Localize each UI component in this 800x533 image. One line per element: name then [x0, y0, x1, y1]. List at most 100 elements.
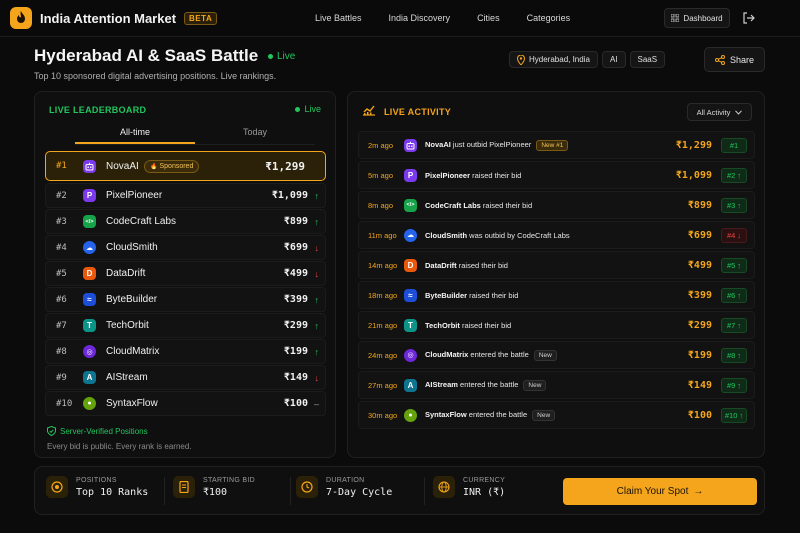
leaderboard-row[interactable]: #9 A AIStream ₹149 ↓: [45, 365, 326, 390]
activity-amount: ₹199: [687, 349, 712, 361]
rank-label: #4: [56, 242, 67, 253]
trend-up-icon: ↑: [314, 346, 320, 357]
tag-location[interactable]: Hyderabad, India: [509, 51, 598, 68]
activity-description: raised their bid: [459, 320, 512, 330]
activity-row[interactable]: 5m ago P PixelPioneer raised their bid ₹1,0…: [358, 161, 755, 189]
flame-icon: [10, 7, 32, 29]
activity-panel: LIVE ACTIVITY All Activity 2m ago NovaAI …: [347, 91, 765, 458]
logout-icon[interactable]: [742, 11, 756, 25]
activity-description: raised their bid: [480, 200, 533, 210]
leaderboard-title: LIVE LEADERBOARD: [49, 105, 147, 115]
activity-description: raised their bid: [456, 260, 508, 270]
leaderboard-row[interactable]: #1 NovaAI 🔥 Sponsored ₹1,299: [45, 151, 326, 181]
bid-amount: ₹100: [283, 398, 308, 409]
activity-row[interactable]: 21m ago T TechOrbit raised their bid ₹299 #7…: [358, 311, 755, 339]
nav-india-discovery[interactable]: India Discovery: [389, 13, 451, 23]
stat-starting-bid: STARTING BID ₹100: [173, 476, 255, 498]
leaderboard-row[interactable]: #7 T TechOrbit ₹299 ↑: [45, 313, 326, 338]
arrow-up-icon: ↑: [739, 410, 744, 420]
leaderboard-panel: LIVE LEADERBOARD Live All-time Today #1 N…: [34, 91, 336, 458]
tab-today[interactable]: Today: [195, 126, 315, 144]
bid-amount: ₹899: [283, 216, 308, 227]
activity-description: entered the battle: [457, 379, 519, 389]
bid-amount: ₹699: [283, 242, 308, 253]
page-subtitle: Top 10 sponsored digital advertising pos…: [34, 71, 277, 81]
activity-row[interactable]: 27m ago A AIStream entered the battle New ₹1…: [358, 371, 755, 399]
company-logo-icon: ≈: [83, 293, 96, 306]
leaderboard-row[interactable]: #2 P PixelPioneer ₹1,099 ↑: [45, 183, 326, 208]
activity-amount: ₹699: [687, 229, 712, 241]
activity-row[interactable]: 24m ago ◎ CloudMatrix entered the battle Ne…: [358, 341, 755, 369]
leaderboard-row[interactable]: #8 ◎ CloudMatrix ₹199 ↑: [45, 339, 326, 364]
activity-amount: ₹899: [687, 199, 712, 211]
map-pin-icon: [517, 54, 525, 65]
activity-row[interactable]: 30m ago ● SyntaxFlow entered the battle New…: [358, 401, 755, 429]
new-badge: New #1: [536, 139, 569, 151]
nav-live-battles[interactable]: Live Battles: [315, 13, 362, 23]
trend-down-icon: ↓: [314, 242, 320, 253]
receipt-icon: [173, 476, 195, 498]
stat-currency-value: INR (₹): [463, 486, 506, 498]
activity-time: 18m ago: [368, 290, 398, 300]
activity-company: PixelPioneer: [425, 170, 471, 180]
rank-chip: #9 ↑: [721, 377, 747, 393]
rank-label: #6: [56, 294, 67, 305]
activity-row[interactable]: 11m ago ☁ CloudSmith was outbid by CodeCra…: [358, 221, 755, 249]
tag-saas[interactable]: SaaS: [629, 51, 666, 68]
leaderboard-row[interactable]: #3 </> CodeCraft Labs ₹899 ↑: [45, 209, 326, 234]
activity-row[interactable]: 18m ago ≈ ByteBuilder raised their bid ₹399…: [358, 281, 755, 309]
bid-amount: ₹399: [283, 294, 308, 305]
activity-chart-icon: [363, 105, 375, 116]
app-name: India Attention Market: [40, 10, 177, 26]
activity-row[interactable]: 14m ago D DataDrift raised their bid ₹499 #5…: [358, 251, 755, 279]
tab-all-time[interactable]: All-time: [75, 126, 195, 144]
share-icon: [714, 54, 725, 65]
nav-cities[interactable]: Cities: [477, 13, 500, 23]
claim-spot-button[interactable]: Claim Your Spot →: [563, 478, 757, 505]
leaderboard-row[interactable]: #10 ● SyntaxFlow ₹100–: [45, 391, 326, 416]
share-button[interactable]: Share: [704, 47, 765, 72]
leaderboard-tabs: All-time Today: [75, 126, 315, 144]
top-nav: India Attention Market BETA Live Battles…: [0, 0, 800, 37]
rank-chip: #7 ↑: [721, 317, 747, 333]
tag-ai[interactable]: AI: [601, 51, 626, 68]
activity-company: DataDrift: [425, 260, 457, 270]
leaderboard-row[interactable]: #4 ☁ CloudSmith ₹699 ↓: [45, 235, 326, 260]
claim-spot-label: Claim Your Spot: [616, 486, 689, 497]
activity-description: entered the battle: [468, 349, 529, 359]
company-logo-icon: A: [404, 378, 417, 392]
nav-categories[interactable]: Categories: [527, 13, 571, 23]
activity-list: 2m ago NovaAI just outbid PixelPioneer New…: [358, 131, 755, 431]
activity-filter-select[interactable]: All Activity: [687, 103, 752, 121]
rank-label: #9: [56, 372, 67, 383]
activity-company: CodeCraft Labs: [425, 200, 481, 210]
arrow-up-icon: ↑: [737, 200, 742, 210]
activity-row[interactable]: 8m ago </> CodeCraft Labs raised their bid…: [358, 191, 755, 219]
leaderboard-row[interactable]: #5 D DataDrift ₹499 ↓: [45, 261, 326, 286]
activity-row[interactable]: 2m ago NovaAI just outbid PixelPioneer New…: [358, 131, 755, 159]
activity-text: NovaAI just outbid PixelPioneer New #1: [425, 139, 569, 151]
brand[interactable]: India Attention Market BETA: [10, 7, 218, 29]
company-logo-icon: ☁: [83, 241, 96, 254]
rank-chip: #1: [721, 137, 747, 153]
activity-amount: ₹299: [687, 319, 712, 331]
leaderboard-live-label: Live: [304, 104, 321, 114]
leaderboard-row[interactable]: #6 ≈ ByteBuilder ₹399 ↑: [45, 287, 326, 312]
activity-description: entered the battle: [466, 409, 528, 419]
stat-currency-label: CURRENCY: [463, 476, 506, 484]
rank-chip: #8 ↑: [721, 347, 747, 363]
company-name: DataDrift: [106, 268, 146, 279]
activity-company: AIStream: [425, 379, 458, 389]
company-logo-icon: </>: [83, 215, 96, 228]
dashboard-button[interactable]: Dashboard: [664, 8, 730, 28]
new-badge: New: [523, 379, 547, 391]
verified-label: Server-Verified Positions: [60, 426, 148, 436]
rank-label: #10: [56, 398, 73, 409]
activity-company: SyntaxFlow: [425, 409, 467, 419]
activity-time: 11m ago: [368, 230, 397, 240]
dashboard-label: Dashboard: [683, 13, 723, 23]
activity-text: CodeCraft Labs raised their bid: [425, 201, 532, 210]
company-logo-icon: P: [83, 189, 96, 202]
company-logo-icon: [83, 159, 96, 173]
rank-chip: #3 ↑: [721, 197, 747, 213]
